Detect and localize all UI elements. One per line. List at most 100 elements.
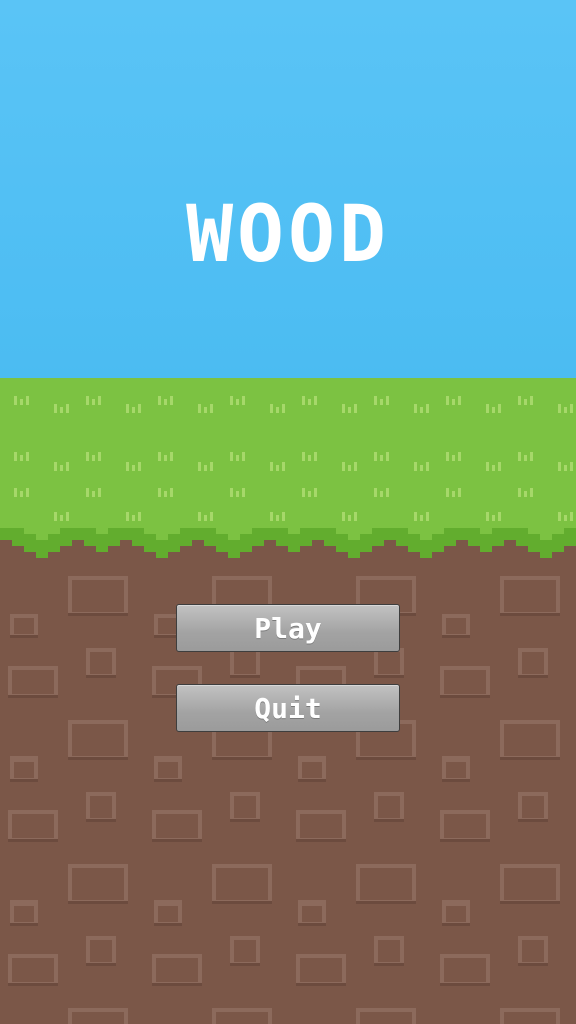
grass-edge-segment — [180, 526, 192, 546]
grass-tuft — [492, 515, 495, 521]
dirt-rock-inner — [90, 652, 112, 674]
grass-tuft — [420, 465, 423, 471]
dirt-rock-inner — [444, 958, 486, 982]
grass-tuft — [230, 452, 233, 461]
grass-tuft — [20, 455, 23, 461]
grass-tuft — [170, 452, 173, 461]
grass-tuft — [126, 404, 129, 413]
grass-tuft — [426, 512, 429, 521]
grass-tuft — [342, 462, 345, 471]
grass-edge-top — [120, 520, 132, 528]
grass-tuft — [242, 452, 245, 461]
grass-edge-top — [360, 520, 372, 534]
dirt-rock-shadow — [154, 923, 182, 926]
dirt-rock-shadow — [10, 923, 38, 926]
grass-tuft — [458, 488, 461, 497]
dirt-rock-shadow — [518, 675, 548, 678]
grass-edge-segment — [516, 526, 528, 546]
grass-tuft — [54, 512, 57, 521]
grass-tuft — [426, 404, 429, 413]
dirt-rock-shadow — [296, 983, 346, 986]
grass-tuft — [158, 452, 161, 461]
grass-edge-top — [192, 520, 204, 528]
grass-tuft — [282, 512, 285, 521]
dirt-rock-inner — [522, 796, 544, 818]
grass-tuft — [164, 491, 167, 497]
grass-tuft — [60, 407, 63, 413]
grass-tuft — [270, 404, 273, 413]
dirt-rock-inner — [72, 1012, 124, 1024]
grass-edge-top — [276, 520, 288, 528]
grass-edge-top — [468, 520, 480, 528]
grass-edge-top — [48, 520, 60, 534]
dirt-rock-shadow — [442, 923, 470, 926]
grass-edge-top — [36, 520, 48, 540]
grass-edge-segment — [84, 526, 96, 546]
grass-tuft — [558, 404, 561, 413]
grass-tuft — [446, 452, 449, 461]
quit-button[interactable]: Quit — [176, 684, 400, 732]
grass-tuft — [14, 488, 17, 497]
grass-edge-top — [240, 520, 252, 534]
grass-edge-top — [552, 520, 564, 534]
dirt-rock-shadow — [296, 839, 346, 842]
dirt-rock-inner — [14, 618, 34, 634]
grass-edge-top — [204, 520, 216, 528]
grass-edge-segment — [12, 526, 24, 546]
dirt-rock-shadow — [374, 963, 404, 966]
grass-tuft — [386, 452, 389, 461]
dirt-rock-inner — [90, 796, 112, 818]
grass-tuft — [518, 452, 521, 461]
grass-tuft — [210, 404, 213, 413]
grass-tuft — [420, 515, 423, 521]
dirt-rock-shadow — [500, 901, 560, 904]
grass-tuft — [380, 491, 383, 497]
grass-tuft — [20, 399, 23, 405]
grass-tuft — [210, 512, 213, 521]
grass-tuft — [204, 465, 207, 471]
dirt-rock-shadow — [440, 983, 490, 986]
grass-tuft — [126, 462, 129, 471]
dirt-rock-inner — [158, 762, 178, 778]
grass-tuft — [498, 404, 501, 413]
dirt-rock-shadow — [500, 613, 560, 616]
grass-tuft — [452, 455, 455, 461]
grass-tuft — [282, 462, 285, 471]
grass-edge-top — [144, 520, 156, 534]
dirt-rock-inner — [446, 762, 466, 778]
grass-tuft — [92, 455, 95, 461]
ground-background — [0, 378, 576, 1024]
grass-tuft — [314, 396, 317, 405]
play-button[interactable]: Play — [176, 604, 400, 652]
grass-tuft — [486, 512, 489, 521]
grass-tuft — [446, 396, 449, 405]
grass-tuft — [570, 462, 573, 471]
grass-tuft — [282, 404, 285, 413]
game-title: WOOD — [186, 190, 390, 280]
grass-tuft — [92, 491, 95, 497]
grass-tuft — [420, 407, 423, 413]
grass-edge-top — [228, 520, 240, 540]
dirt-rock-inner — [156, 814, 198, 838]
dirt-rock-shadow — [68, 901, 128, 904]
grass-edge-segment — [468, 526, 480, 546]
grass-edge-top — [264, 520, 276, 528]
grass-edge-top — [12, 520, 24, 528]
dirt-rock-shadow — [86, 963, 116, 966]
grass-edge-top — [312, 520, 324, 528]
grass-tuft — [98, 452, 101, 461]
grass-tuft — [302, 396, 305, 405]
grass-tuft — [354, 512, 357, 521]
grass-edge-segment — [372, 526, 384, 546]
grass-tuft — [138, 512, 141, 521]
dirt-rock-inner — [14, 906, 34, 922]
dirt-rock-inner — [504, 1012, 556, 1024]
dirt-rock-inner — [12, 814, 54, 838]
grass-tuft — [138, 462, 141, 471]
grass-tuft — [198, 512, 201, 521]
dirt-rock-shadow — [68, 757, 128, 760]
dirt-rock-inner — [360, 868, 412, 900]
grass-edge-top — [108, 520, 120, 528]
grass-edge-top — [60, 520, 72, 528]
grass-tuft — [242, 488, 245, 497]
